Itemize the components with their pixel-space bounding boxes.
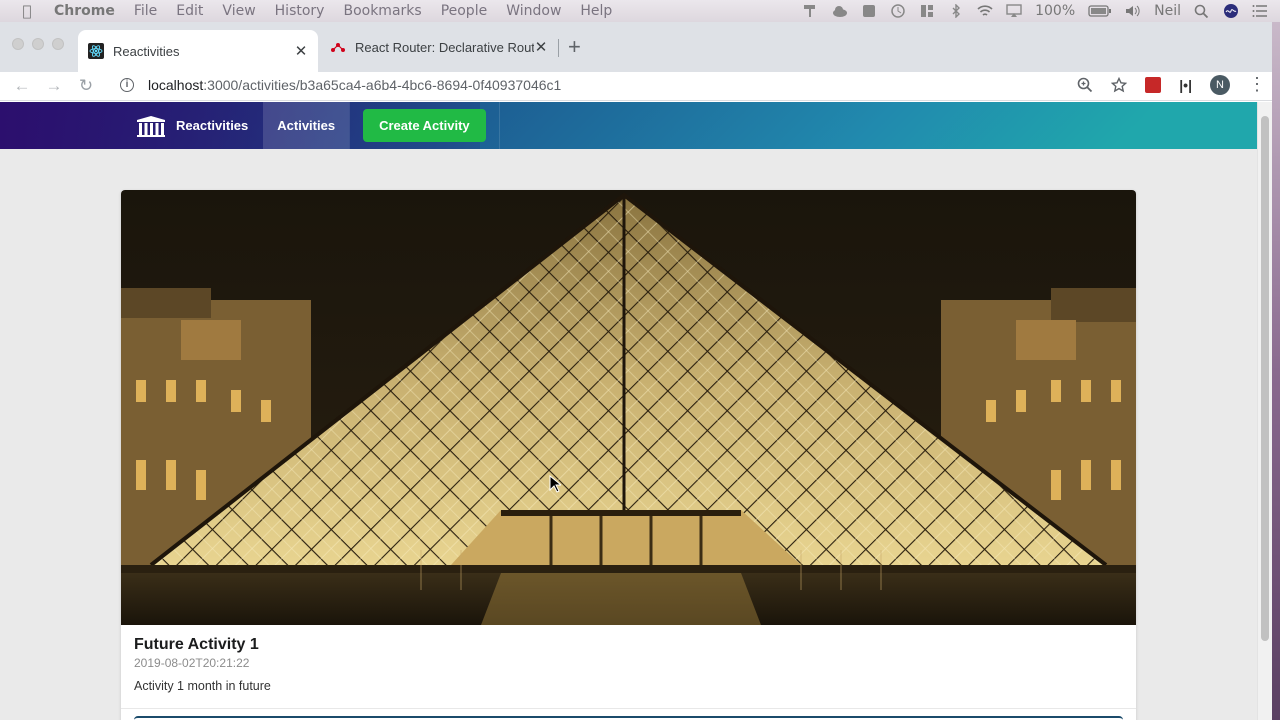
app-icon[interactable] [861, 4, 877, 18]
logo-icon [137, 115, 165, 137]
nav-create-item: Create Activity [349, 102, 500, 149]
tab-strip: Reactivities ✕ React Router: Declarative… [0, 22, 1272, 72]
reload-button[interactable]: ↻ [70, 76, 102, 96]
close-tab-icon[interactable]: ✕ [534, 38, 548, 56]
create-activity-button[interactable]: Create Activity [363, 109, 486, 142]
battery-icon[interactable] [1088, 4, 1112, 18]
browser-menu-icon[interactable]: ⋮ [1248, 74, 1266, 95]
desktop-background [1272, 22, 1280, 720]
paint-roller-icon[interactable] [803, 4, 819, 18]
menu-people[interactable]: People [441, 3, 488, 19]
card-button-group[interactable] [134, 716, 1123, 720]
tab-react-router[interactable]: React Router: Declarative Routing ✕ [320, 30, 558, 64]
tab-separator [558, 39, 559, 57]
mouse-cursor-icon [549, 475, 561, 493]
card-divider [121, 708, 1136, 709]
menubar-user[interactable]: Neil [1154, 3, 1181, 19]
close-window-button[interactable] [12, 38, 24, 50]
menu-help[interactable]: Help [580, 3, 612, 19]
zoom-icon[interactable] [1077, 77, 1093, 93]
airplay-icon[interactable] [1006, 4, 1022, 18]
siri-icon[interactable] [1223, 4, 1239, 18]
forward-button[interactable]: → [38, 76, 70, 96]
browser-window: Reactivities ✕ React Router: Declarative… [0, 22, 1272, 720]
notification-center-icon[interactable] [1252, 4, 1268, 18]
menu-view[interactable]: View [222, 3, 255, 19]
minimize-window-button[interactable] [32, 38, 44, 50]
menu-file[interactable]: File [134, 3, 157, 19]
app-navbar: Reactivities Activities Create Activity [0, 102, 1257, 149]
back-button[interactable]: ← [6, 76, 38, 96]
activity-image [121, 190, 1136, 625]
volume-icon[interactable] [1125, 4, 1141, 18]
window-controls [12, 38, 64, 50]
menu-bookmarks[interactable]: Bookmarks [343, 3, 421, 19]
brand-link[interactable]: Reactivities [121, 102, 263, 149]
react-router-favicon-icon [331, 43, 345, 52]
page-scrollbar[interactable] [1257, 102, 1272, 720]
apple-menu-icon[interactable]:  [0, 2, 54, 20]
bluetooth-icon[interactable] [948, 4, 964, 18]
tab-title: React Router: Declarative Routing [355, 39, 534, 55]
menu-history[interactable]: History [275, 3, 325, 19]
layout-icon[interactable] [919, 4, 935, 18]
tab-title: Reactivities [113, 43, 180, 59]
profile-avatar[interactable]: N [1210, 74, 1230, 95]
url-path: :3000/activities/b3a65ca4-a6b4-4bc6-8694… [203, 77, 562, 93]
address-bar[interactable]: i localhost:3000/activities/b3a65ca4-a6b… [112, 73, 1118, 97]
tab-reactivities[interactable]: Reactivities ✕ [78, 30, 318, 72]
browser-toolbar: ← → ↻ i localhost:3000/activities/b3a65c… [0, 72, 1272, 101]
spotlight-search-icon[interactable] [1194, 4, 1210, 18]
menu-edit[interactable]: Edit [176, 3, 203, 19]
activity-details-card: Future Activity 1 2019-08-02T20:21:22 Ac… [121, 190, 1136, 720]
url-host: localhost [148, 77, 204, 93]
react-favicon-icon [88, 43, 104, 59]
scrollbar-thumb[interactable] [1261, 116, 1269, 641]
wifi-icon[interactable] [977, 4, 993, 18]
new-tab-button[interactable]: + [568, 36, 581, 58]
react-devtools-extension-icon[interactable]: |•| [1179, 77, 1192, 93]
cloud-icon[interactable] [832, 4, 848, 18]
time-machine-icon[interactable] [890, 4, 906, 18]
activity-date: 2019-08-02T20:21:22 [134, 656, 250, 670]
activity-title: Future Activity 1 [134, 636, 259, 653]
bookmark-star-icon[interactable] [1111, 76, 1128, 93]
extension-icon[interactable] [1145, 76, 1162, 93]
brand-name: Reactivities [176, 118, 249, 133]
site-info-icon[interactable]: i [120, 78, 134, 92]
nav-activities[interactable]: Activities [263, 102, 350, 149]
close-tab-icon[interactable]: ✕ [294, 42, 308, 60]
page-viewport: Reactivities Activities Create Activity [0, 102, 1257, 720]
battery-percent: 100% [1035, 3, 1076, 19]
menu-app-name[interactable]: Chrome [54, 3, 115, 19]
zoom-window-button[interactable] [52, 38, 64, 50]
os-menubar:  Chrome File Edit View History Bookmark… [0, 0, 1280, 22]
activity-description: Activity 1 month in future [134, 679, 271, 693]
menu-window[interactable]: Window [506, 3, 561, 19]
